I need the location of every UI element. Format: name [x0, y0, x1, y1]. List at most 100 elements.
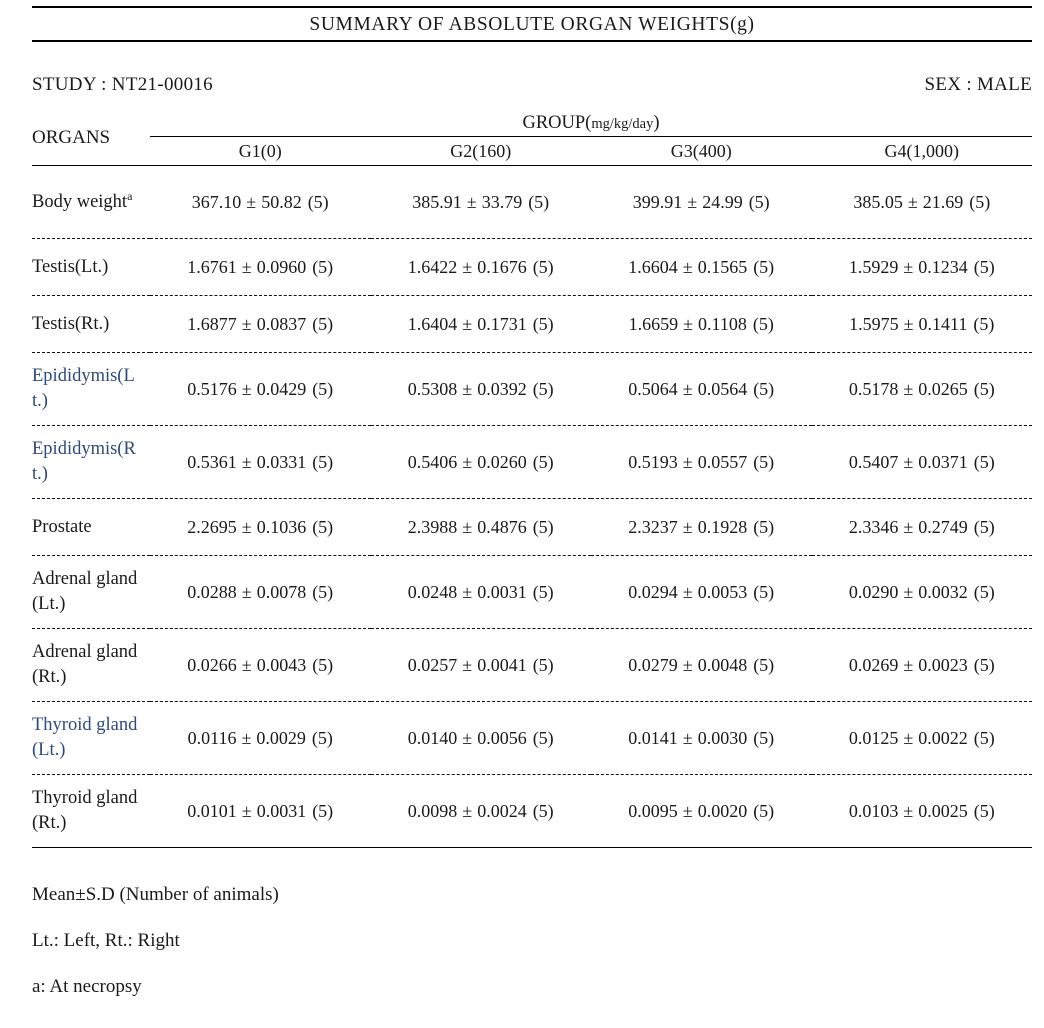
animal-count: (5) [973, 581, 995, 602]
sd-value: 0.1731 [477, 313, 527, 334]
sd-value: 0.0265 [918, 378, 968, 399]
table-row: Adrenal gland(Rt.) 0.0266 ±0.0043 (5) 0.0257… [32, 628, 1033, 702]
organ-name-cell: Testis(Lt.) [32, 238, 150, 296]
sd-value: 0.1234 [918, 256, 968, 277]
organs-header: ORGANS [32, 126, 111, 148]
sd-value: 0.0371 [918, 451, 968, 472]
animal-count: (5) [532, 727, 554, 748]
plus-minus-symbol: ± [241, 313, 252, 334]
animal-count: (5) [973, 256, 995, 277]
plus-minus-symbol: ± [462, 516, 473, 537]
mean-value: 1.6761 [187, 256, 237, 277]
plus-minus-symbol: ± [682, 256, 693, 277]
plus-minus-symbol: ± [466, 191, 477, 212]
footnote-line-3: a: At necropsy [32, 976, 142, 997]
animal-count: (5) [312, 581, 334, 602]
mean-value: 367.10 [191, 191, 242, 212]
sd-value: 0.4876 [477, 516, 527, 537]
plus-minus-symbol: ± [903, 516, 914, 537]
footnote-line-2: Lt.: Left, Rt.: Right [32, 930, 180, 951]
page-title: SUMMARY OF ABSOLUTE ORGAN WEIGHTS(g) [309, 14, 755, 35]
organ-name-cell: Thyroid gland(Rt.) [32, 774, 150, 848]
sd-value: 0.0331 [256, 451, 307, 472]
mean-value: 0.5193 [628, 451, 678, 472]
organ-name-cell: Adrenal gland(Lt.) [32, 555, 150, 629]
value-cell-g3: 2.3237 ±0.1928 (5) [591, 498, 812, 556]
plus-minus-symbol: ± [241, 581, 252, 602]
sd-value: 0.0960 [256, 256, 307, 277]
value-cell-g1: 1.6761 ±0.0960 (5) [150, 238, 371, 296]
sd-value: 0.0029 [256, 727, 306, 748]
mean-value: 1.6422 [407, 256, 458, 277]
animal-count: (5) [312, 654, 334, 675]
sd-value: 50.82 [261, 191, 302, 212]
animal-count: (5) [532, 654, 554, 675]
plus-minus-symbol: ± [241, 654, 252, 675]
group-header: GROUP(mg/kg/day) [150, 110, 1033, 137]
mean-value: 0.0095 [628, 800, 678, 821]
animal-count: (5) [312, 313, 334, 334]
sd-value: 0.0024 [477, 800, 527, 821]
animal-count: (5) [973, 313, 995, 334]
animal-count: (5) [973, 727, 995, 748]
value-cell-g3: 0.5064 ±0.0564 (5) [591, 352, 812, 426]
document-page: SUMMARY OF ABSOLUTE ORGAN WEIGHTS(g) STU… [0, 0, 1044, 1028]
sd-value: 0.1928 [697, 516, 748, 537]
sd-value: 0.1411 [918, 313, 968, 334]
table-row: Epididymis(Rt.) 0.5361 ±0.0331 (5) 0.5406 ±0.… [32, 425, 1033, 499]
animal-count: (5) [532, 581, 554, 602]
mean-value: 0.0141 [628, 727, 678, 748]
organ-name-cell: Prostate [32, 498, 150, 556]
plus-minus-symbol: ± [903, 581, 914, 602]
table-row: Adrenal gland(Lt.) 0.0288 ±0.0078 (5) 0.0248… [32, 555, 1033, 629]
mean-value: 2.2695 [187, 516, 237, 537]
mean-value: 1.6404 [407, 313, 458, 334]
animal-count: (5) [532, 516, 554, 537]
sd-value: 0.0020 [697, 800, 748, 821]
plus-minus-symbol: ± [246, 191, 257, 212]
mean-value: 1.6604 [628, 256, 678, 277]
study-id: STUDY : NT21-00016 [32, 74, 213, 95]
column-header-g3: G3(400) [670, 140, 732, 161]
animal-count: (5) [311, 727, 333, 748]
value-cell-g2: 1.6404 ±0.1731 (5) [370, 295, 591, 353]
mean-value: 0.0288 [187, 581, 237, 602]
table-head-group-row: ORGANS GROUP(mg/kg/day) [32, 110, 1033, 148]
organ-name-cell: Body weighta [32, 165, 150, 239]
plus-minus-symbol: ± [241, 378, 252, 399]
animal-count: (5) [753, 800, 775, 821]
animal-count: (5) [973, 654, 995, 675]
animal-count: (5) [973, 378, 995, 399]
animal-count: (5) [969, 191, 991, 212]
mean-value: 0.0103 [848, 800, 899, 821]
plus-minus-symbol: ± [903, 654, 914, 675]
plus-minus-symbol: ± [683, 313, 694, 334]
plus-minus-symbol: ± [903, 378, 914, 399]
animal-count: (5) [312, 800, 334, 821]
organ-footnote-marker: a [127, 188, 133, 203]
sd-value: 0.0032 [918, 581, 968, 602]
sd-value: 0.0031 [256, 800, 307, 821]
value-cell-g3: 0.0141 ±0.0030 (5) [591, 701, 812, 775]
footnote-line-1: Mean±S.D (Number of animals) [32, 884, 279, 905]
mean-value: 1.5975 [849, 313, 899, 334]
sd-value: 24.99 [702, 191, 743, 212]
sex-label: SEX : MALE [924, 74, 1032, 95]
mean-value: 0.5308 [407, 378, 458, 399]
group-header-text-end: ) [653, 112, 660, 133]
sd-value: 0.0557 [697, 451, 748, 472]
value-cell-g2: 0.0257 ±0.0041 (5) [370, 628, 591, 702]
value-cell-g2: 0.0248 ±0.0031 (5) [370, 555, 591, 629]
mean-value: 0.0098 [407, 800, 458, 821]
plus-minus-symbol: ± [682, 727, 693, 748]
plus-minus-symbol: ± [907, 191, 918, 212]
mean-value: 2.3346 [848, 516, 899, 537]
group-header-unit: mg/kg/day [591, 115, 654, 132]
plus-minus-symbol: ± [241, 800, 252, 821]
animal-count: (5) [753, 256, 775, 277]
animal-count: (5) [312, 378, 334, 399]
value-cell-g1: 2.2695 ±0.1036 (5) [150, 498, 371, 556]
plus-minus-symbol: ± [241, 451, 252, 472]
organ-name-cell: Testis(Rt.) [32, 295, 150, 353]
mean-value: 1.6877 [187, 313, 237, 334]
